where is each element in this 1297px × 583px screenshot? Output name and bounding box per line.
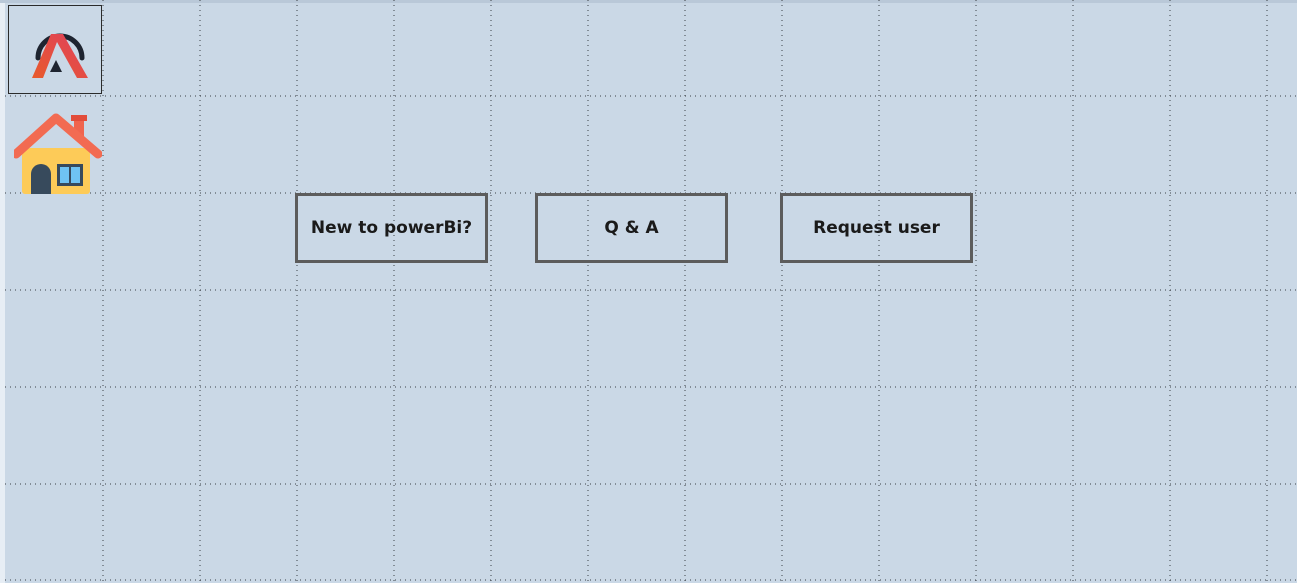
brand-logo-tile: [8, 5, 102, 94]
q-and-a-button[interactable]: Q & A: [535, 193, 728, 263]
request-user-label: Request user: [813, 218, 940, 238]
report-canvas: New to powerBi? Q & A Request user: [0, 0, 1297, 583]
home-icon[interactable]: [14, 112, 102, 196]
q-and-a-label: Q & A: [604, 218, 659, 238]
new-to-powerbi-label: New to powerBi?: [310, 218, 473, 238]
brand-a-logo-icon: [32, 33, 88, 78]
request-user-button[interactable]: Request user: [780, 193, 973, 263]
dotted-grid: [5, 0, 1297, 583]
new-to-powerbi-button[interactable]: New to powerBi?: [295, 193, 488, 263]
